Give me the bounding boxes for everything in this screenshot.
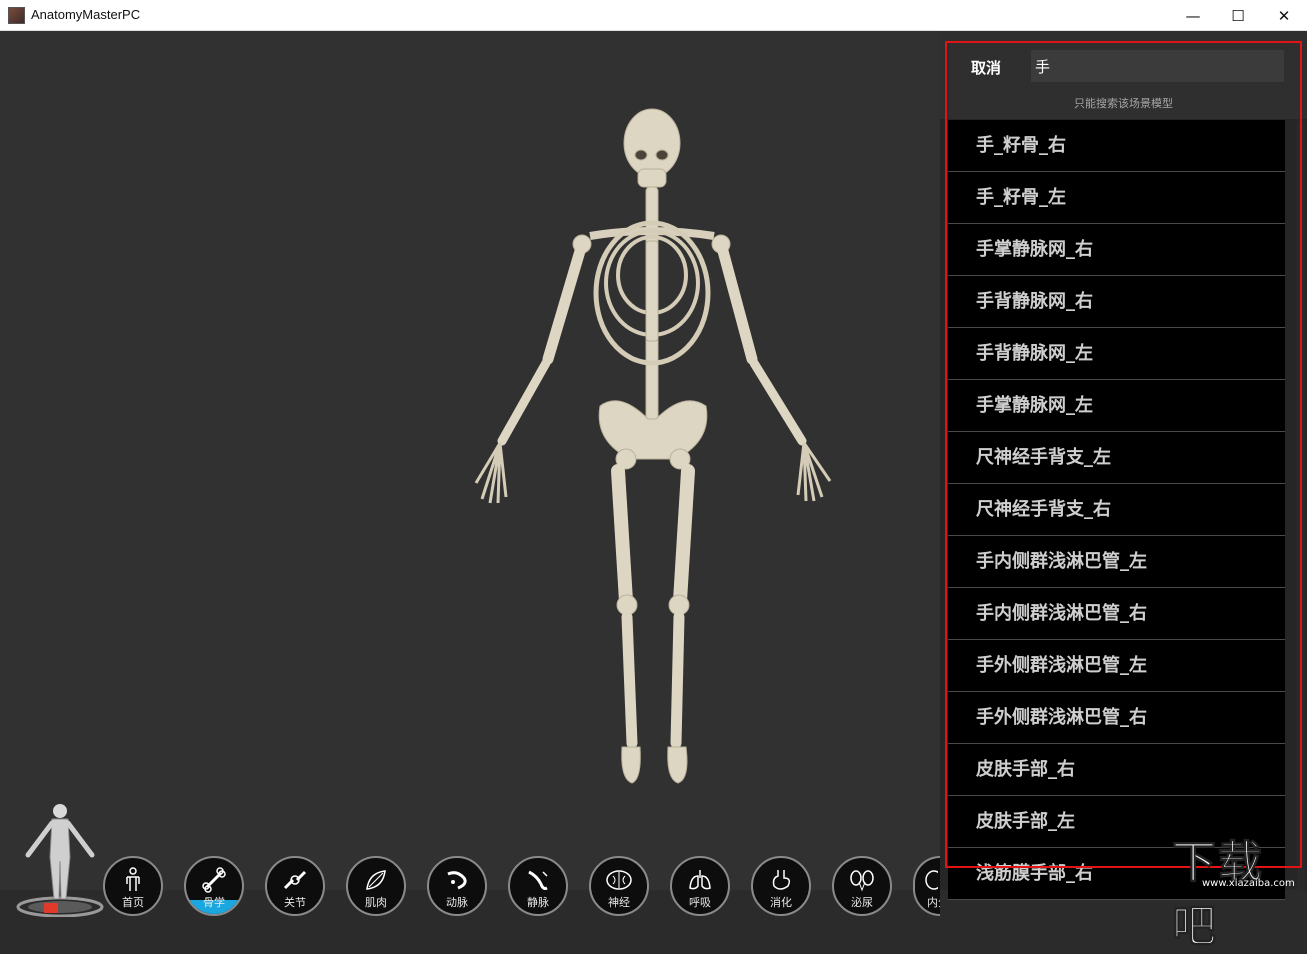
app-window: AnatomyMasterPC — ☐ ✕ xyxy=(0,0,1307,890)
nav-label: 消化 xyxy=(753,894,809,910)
3d-viewport[interactable]: 首页 骨学 关节 肌肉 动脉 xyxy=(0,31,940,890)
watermark: 下载吧 www.xiazaiba.com xyxy=(1172,828,1307,890)
cancel-button[interactable]: 取消 xyxy=(971,57,1001,78)
nav-label: 呼吸 xyxy=(672,894,728,910)
nav-label: 骨学 xyxy=(186,894,242,910)
nav-bones-button[interactable]: 骨学 xyxy=(184,856,244,916)
list-item[interactable]: 尺神经手背支_右 xyxy=(948,484,1285,536)
nav-label: 静脉 xyxy=(510,894,566,910)
results-scrollbar[interactable] xyxy=(1297,121,1305,890)
minimize-button[interactable]: — xyxy=(1170,0,1216,31)
mini-body-figure[interactable] xyxy=(14,799,106,917)
nav-label: 肌肉 xyxy=(348,894,404,910)
maximize-button[interactable]: ☐ xyxy=(1215,0,1261,31)
list-item[interactable]: 手背静脉网_左 xyxy=(948,328,1285,380)
list-item[interactable]: 手_籽骨_左 xyxy=(948,172,1285,224)
watermark-text: 下载吧 xyxy=(1172,826,1307,954)
list-item[interactable]: 手掌静脉网_右 xyxy=(948,224,1285,276)
search-input[interactable] xyxy=(1031,50,1284,82)
skeleton-model[interactable] xyxy=(0,31,940,890)
app-logo-icon xyxy=(8,7,25,24)
title-bar: AnatomyMasterPC — ☐ ✕ xyxy=(0,0,1307,31)
nav-label: 动脉 xyxy=(429,894,485,910)
nav-label: 内分 xyxy=(915,894,940,910)
nav-muscles-button[interactable]: 肌肉 xyxy=(346,856,406,916)
list-item[interactable]: 手内侧群浅淋巴管_左 xyxy=(948,536,1285,588)
list-item[interactable]: 手背静脉网_右 xyxy=(948,276,1285,328)
list-item[interactable]: 皮肤手部_右 xyxy=(948,744,1285,796)
list-item[interactable]: 手掌静脉网_左 xyxy=(948,380,1285,432)
list-item[interactable]: 手_籽骨_右 xyxy=(948,120,1285,172)
list-item[interactable]: 手外侧群浅淋巴管_左 xyxy=(948,640,1285,692)
nav-label: 关节 xyxy=(267,894,323,910)
window-title: AnatomyMasterPC xyxy=(31,7,140,22)
nav-label: 神经 xyxy=(591,894,647,910)
watermark-url: www.xiazaiba.com xyxy=(1202,878,1295,889)
nav-respiratory-button[interactable]: 呼吸 xyxy=(670,856,730,916)
search-hint: 只能搜索该场景模型 xyxy=(940,95,1307,111)
search-results-list: 手_籽骨_右 手_籽骨_左 手掌静脉网_右 手背静脉网_右 手背静脉网_左 手掌… xyxy=(948,120,1285,900)
list-item[interactable]: 手内侧群浅淋巴管_右 xyxy=(948,588,1285,640)
list-item[interactable]: 手外侧群浅淋巴管_右 xyxy=(948,692,1285,744)
nav-urinary-button[interactable]: 泌尿 xyxy=(832,856,892,916)
nav-digestive-button[interactable]: 消化 xyxy=(751,856,811,916)
nav-label: 泌尿 xyxy=(834,894,890,910)
nav-joints-button[interactable]: 关节 xyxy=(265,856,325,916)
nav-arteries-button[interactable]: 动脉 xyxy=(427,856,487,916)
nav-nerves-button[interactable]: 神经 xyxy=(589,856,649,916)
list-item[interactable]: 尺神经手背支_左 xyxy=(948,432,1285,484)
search-panel: 取消 只能搜索该场景模型 手_籽骨_右 手_籽骨_左 手掌静脉网_右 手背静脉网… xyxy=(940,31,1307,890)
nav-label: 首页 xyxy=(105,894,161,910)
nav-veins-button[interactable]: 静脉 xyxy=(508,856,568,916)
nav-home-button[interactable]: 首页 xyxy=(103,856,163,916)
search-header: 取消 只能搜索该场景模型 xyxy=(940,31,1307,119)
close-button[interactable]: ✕ xyxy=(1261,0,1307,31)
